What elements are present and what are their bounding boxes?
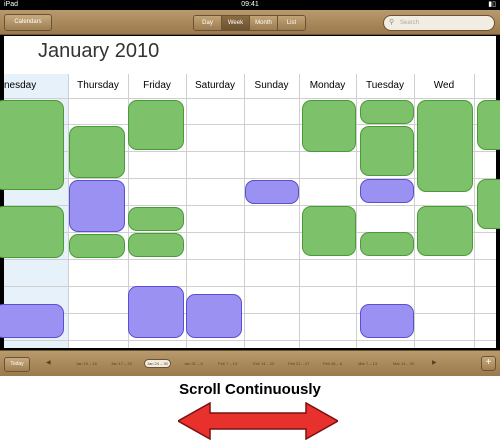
grid-line [4, 259, 496, 260]
top-toolbar: Calendars Day Week Month List ⚲ Search [0, 10, 500, 35]
grid-line [356, 74, 357, 348]
event-block[interactable] [69, 126, 125, 178]
event-block[interactable] [477, 179, 500, 229]
week-item[interactable]: Jan 17 – 23 [111, 359, 132, 368]
status-bar: iPad 09:41 ▮▯ [0, 0, 500, 10]
event-block[interactable] [360, 100, 414, 124]
day-header-wednesday[interactable]: nesday [4, 74, 68, 98]
clock: 09:41 [241, 1, 259, 8]
event-block[interactable] [302, 100, 356, 152]
scroll-right-icon[interactable]: ▶ [432, 359, 437, 366]
tab-month[interactable]: Month [250, 16, 278, 30]
grid-line [4, 340, 496, 341]
day-header-thursday[interactable]: Thursday [68, 74, 128, 98]
day-header-monday[interactable]: Monday [299, 74, 356, 98]
tab-day[interactable]: Day [194, 16, 222, 30]
event-block[interactable] [417, 100, 473, 192]
calendar-page: January 2010 nesday Thursday Friday Satu… [0, 36, 500, 348]
week-item[interactable]: Jan 10 – 16 [76, 359, 97, 368]
week-item[interactable]: Mar 7 – 13 [358, 359, 377, 368]
calendars-button[interactable]: Calendars [4, 14, 52, 31]
week-item[interactable]: Jan 31 – 6 [184, 359, 203, 368]
search-input[interactable]: ⚲ Search [383, 15, 495, 31]
week-item[interactable]: Mar 14 – 20 [393, 359, 414, 368]
grid-line [244, 74, 245, 348]
add-event-button[interactable]: + [481, 356, 496, 371]
event-block[interactable] [417, 206, 473, 256]
event-block[interactable] [302, 206, 356, 256]
event-block[interactable] [128, 233, 184, 257]
grid-line [4, 286, 496, 287]
event-block[interactable] [245, 180, 299, 204]
search-icon: ⚲ [389, 19, 395, 26]
event-block[interactable] [0, 304, 64, 338]
day-header-tuesday[interactable]: Tuesday [356, 74, 414, 98]
event-block[interactable] [360, 304, 414, 338]
today-button[interactable]: Today [4, 357, 30, 372]
week-scrubber[interactable]: Jan 10 – 16 Jan 17 – 23 Jan 24 – 30 Jan … [58, 359, 428, 368]
grid-line [299, 74, 300, 348]
event-block[interactable] [0, 100, 64, 190]
calendars-label: Calendars [14, 19, 42, 25]
week-item-selected[interactable]: Jan 24 – 30 [144, 359, 171, 368]
event-block[interactable] [128, 286, 184, 338]
grid-line [4, 313, 496, 314]
day-header-wednesday-next[interactable]: Wed [414, 74, 474, 98]
event-block[interactable] [477, 100, 500, 150]
day-header-sunday[interactable]: Sunday [244, 74, 299, 98]
event-block[interactable] [360, 232, 414, 256]
day-header-saturday[interactable]: Saturday [186, 74, 244, 98]
week-item[interactable]: Feb 21 – 27 [288, 359, 309, 368]
grid-line [4, 98, 496, 99]
battery-icon: ▮▯ [488, 1, 496, 8]
event-block[interactable] [186, 294, 242, 338]
event-block[interactable] [69, 180, 125, 232]
event-block[interactable] [128, 100, 184, 150]
week-item[interactable]: Feb 14 – 20 [253, 359, 274, 368]
today-label: Today [10, 361, 24, 367]
day-header-friday[interactable]: Friday [128, 74, 186, 98]
week-item[interactable]: Feb 28 – 6 [323, 359, 342, 368]
event-block[interactable] [128, 207, 184, 231]
tab-week[interactable]: Week [222, 16, 250, 30]
search-placeholder: Search [400, 20, 420, 26]
week-grid: nesday Thursday Friday Saturday Sunday M… [0, 74, 500, 348]
event-block[interactable] [360, 126, 414, 176]
view-segmented-control: Day Week Month List [193, 15, 306, 31]
scroll-left-icon[interactable]: ◀ [46, 359, 51, 366]
grid-line [474, 74, 475, 348]
double-arrow-icon [178, 402, 338, 440]
ipad-screen: iPad 09:41 ▮▯ Calendars Day Week Month L… [0, 0, 500, 376]
bottom-toolbar: Today ◀ Jan 10 – 16 Jan 17 – 23 Jan 24 –… [0, 350, 500, 376]
month-title: January 2010 [38, 40, 160, 62]
week-item[interactable]: Feb 7 – 13 [218, 359, 237, 368]
event-block[interactable] [0, 206, 64, 258]
event-block[interactable] [360, 179, 414, 203]
grid-line [414, 74, 415, 348]
caption: Scroll Continuously [179, 381, 321, 398]
tab-list[interactable]: List [278, 16, 305, 30]
event-block[interactable] [69, 234, 125, 258]
